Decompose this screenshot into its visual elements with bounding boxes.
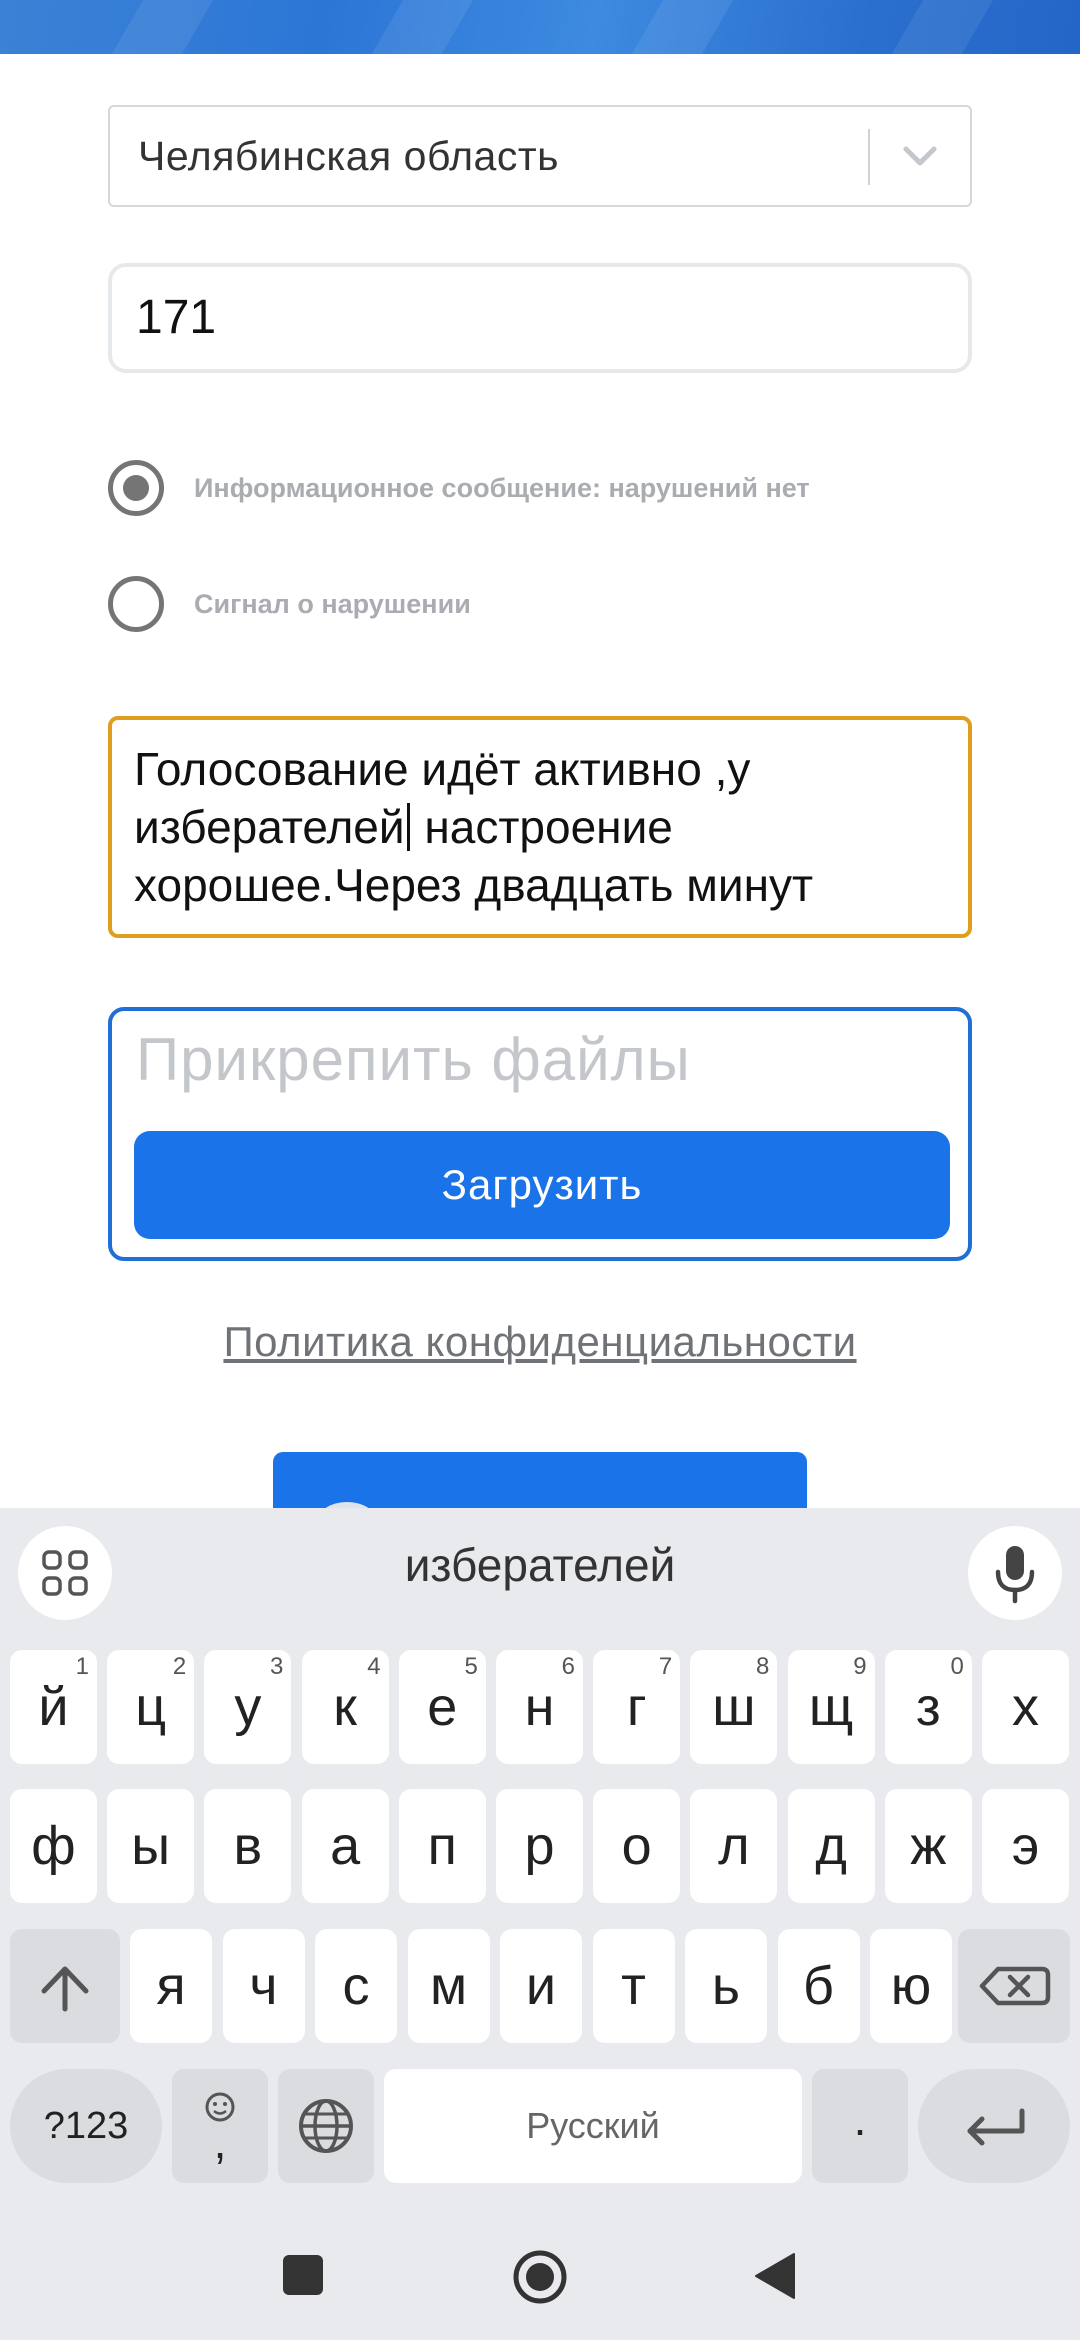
- comma-label: ,: [213, 2116, 227, 2168]
- radio-button-unchecked[interactable]: [108, 576, 164, 632]
- apps-grid-button[interactable]: [18, 1526, 112, 1620]
- radio-button-checked[interactable]: [108, 460, 164, 516]
- enter-arrow-icon: [967, 2108, 1025, 2146]
- recents-square-icon[interactable]: [282, 2254, 324, 2296]
- key[interactable]: и: [500, 1929, 582, 2043]
- key[interactable]: р: [496, 1789, 583, 1903]
- key-hint: 2: [172, 1653, 187, 1680]
- key[interactable]: с: [315, 1929, 397, 2043]
- select-divider: [868, 129, 870, 185]
- key-label: х: [1012, 1677, 1039, 1737]
- radio-label: Сигнал о нарушении: [194, 588, 471, 619]
- backspace-icon: [979, 1966, 1051, 2006]
- period-key[interactable]: .: [812, 2069, 908, 2183]
- key[interactable]: э: [982, 1789, 1069, 1903]
- word-suggestion[interactable]: изберателей: [180, 1538, 900, 1592]
- back-triangle-icon[interactable]: [754, 2252, 798, 2300]
- message-text: надомное выездное голосование.: [134, 917, 858, 934]
- microphone-icon: [995, 1546, 1035, 1604]
- key[interactable]: щ9: [787, 1650, 875, 1764]
- key-label: у: [234, 1677, 262, 1737]
- key-hint: 4: [367, 1653, 381, 1680]
- key[interactable]: у3: [204, 1650, 292, 1764]
- key[interactable]: к4: [301, 1650, 389, 1764]
- key-label: ш: [712, 1677, 756, 1737]
- key-label: к: [333, 1677, 357, 1737]
- shift-arrow-icon: [41, 1966, 89, 2012]
- key-label: е: [427, 1677, 458, 1737]
- key[interactable]: в: [204, 1789, 292, 1903]
- key[interactable]: л: [690, 1789, 778, 1903]
- key-hint: 5: [464, 1653, 478, 1680]
- key[interactable]: ч: [222, 1929, 305, 2043]
- key[interactable]: н6: [496, 1650, 583, 1764]
- key-label: щ: [808, 1677, 854, 1737]
- emoji-comma-key[interactable]: ,: [172, 2069, 268, 2183]
- key[interactable]: о: [593, 1789, 681, 1903]
- message-textarea[interactable]: Голосование идёт активно ,у изберателей …: [108, 716, 972, 938]
- system-navigation-bar: [0, 2210, 1080, 2340]
- key-label: ц: [135, 1677, 167, 1737]
- key[interactable]: ь: [685, 1929, 767, 2043]
- key-hint: 1: [75, 1653, 89, 1680]
- privacy-policy-link[interactable]: Политика конфиденциальности: [0, 1318, 1080, 1366]
- key-hint: 9: [853, 1653, 867, 1680]
- key[interactable]: х: [982, 1650, 1069, 1764]
- suggestion-bar: изберателей: [0, 1508, 1080, 1628]
- apps-grid-icon: [42, 1550, 88, 1596]
- key-label: з: [915, 1677, 941, 1737]
- enter-key[interactable]: [918, 2069, 1070, 2183]
- key[interactable]: е5: [398, 1650, 486, 1764]
- radio-label: Информационное сообщение: нарушений нет: [194, 472, 810, 503]
- key-label: й: [38, 1677, 69, 1737]
- backspace-key[interactable]: [958, 1929, 1070, 2043]
- key[interactable]: д: [787, 1789, 875, 1903]
- region-select[interactable]: Челябинская область: [108, 105, 972, 207]
- language-key[interactable]: [278, 2069, 374, 2183]
- key[interactable]: г7: [593, 1650, 681, 1764]
- key[interactable]: ф: [10, 1789, 97, 1903]
- key-hint: 0: [950, 1653, 964, 1680]
- key[interactable]: б: [777, 1929, 860, 2043]
- key[interactable]: ж: [884, 1789, 972, 1903]
- key[interactable]: ш8: [690, 1650, 778, 1764]
- header-banner: [0, 0, 1080, 54]
- key[interactable]: ц2: [107, 1650, 195, 1764]
- attach-files-box[interactable]: Прикрепить файлы Загрузить: [108, 1007, 972, 1261]
- voice-input-button[interactable]: [968, 1526, 1062, 1620]
- submit-button[interactable]: [273, 1452, 807, 1512]
- symbols-key[interactable]: ?123: [10, 2069, 162, 2183]
- key-hint: 8: [756, 1653, 770, 1680]
- text-cursor: [406, 803, 410, 851]
- key[interactable]: а: [301, 1789, 389, 1903]
- radio-option-violation-signal[interactable]: Сигнал о нарушении: [108, 574, 471, 634]
- polling-station-number-input[interactable]: 171: [108, 263, 972, 373]
- chevron-down-icon[interactable]: [898, 137, 942, 177]
- key[interactable]: з0: [884, 1650, 972, 1764]
- key[interactable]: т: [592, 1929, 675, 2043]
- key-hint: 6: [561, 1653, 575, 1680]
- key[interactable]: ы: [107, 1789, 195, 1903]
- home-circle-icon[interactable]: [512, 2249, 568, 2305]
- key[interactable]: м: [407, 1929, 490, 2043]
- key-hint: 3: [270, 1653, 284, 1680]
- shift-key[interactable]: [10, 1929, 120, 2043]
- key[interactable]: й1: [10, 1650, 97, 1764]
- space-key[interactable]: Русский: [384, 2069, 802, 2183]
- attach-files-placeholder: Прикрепить файлы: [136, 1026, 691, 1093]
- key[interactable]: я: [130, 1929, 212, 2043]
- region-select-value: Челябинская область: [138, 133, 559, 179]
- key[interactable]: п: [398, 1789, 486, 1903]
- key-label: г: [626, 1677, 647, 1737]
- radio-option-no-violations[interactable]: Информационное сообщение: нарушений нет: [108, 458, 810, 518]
- key[interactable]: ю: [870, 1929, 952, 2043]
- upload-button[interactable]: Загрузить: [134, 1131, 950, 1239]
- globe-icon: [299, 2099, 353, 2153]
- key-label: н: [524, 1677, 555, 1737]
- key-hint: 7: [658, 1653, 673, 1680]
